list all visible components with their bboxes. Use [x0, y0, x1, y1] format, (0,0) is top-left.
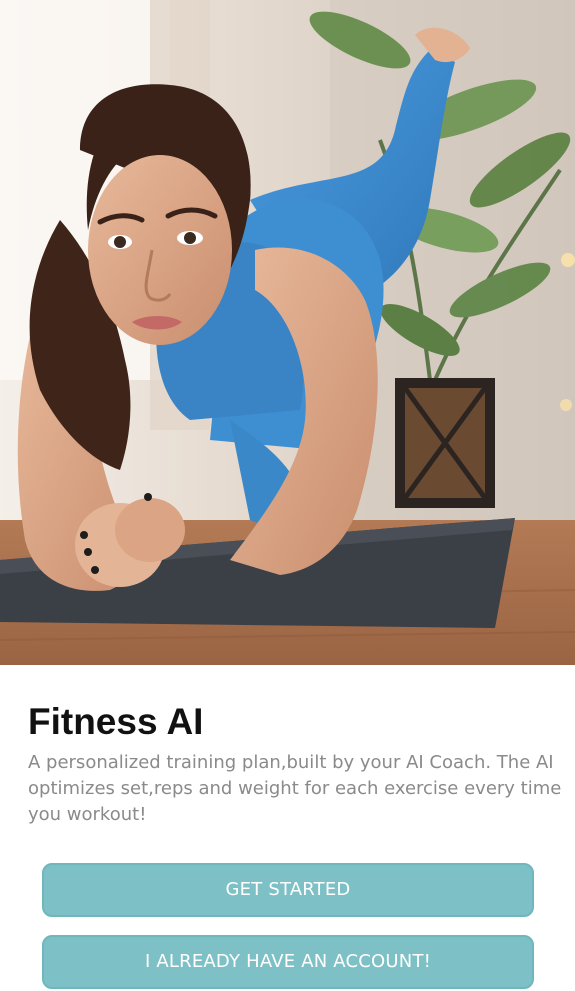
get-started-button[interactable]: GET STARTED	[42, 863, 534, 917]
hero-image	[0, 0, 575, 665]
app-description: A personalized training plan,built by yo…	[28, 752, 562, 825]
existing-account-button[interactable]: I ALREADY HAVE AN ACCOUNT!	[42, 935, 534, 989]
onboarding-screen: Fitness AI A personalized training plan,…	[0, 0, 575, 991]
app-title: Fitness AI	[28, 701, 204, 742]
